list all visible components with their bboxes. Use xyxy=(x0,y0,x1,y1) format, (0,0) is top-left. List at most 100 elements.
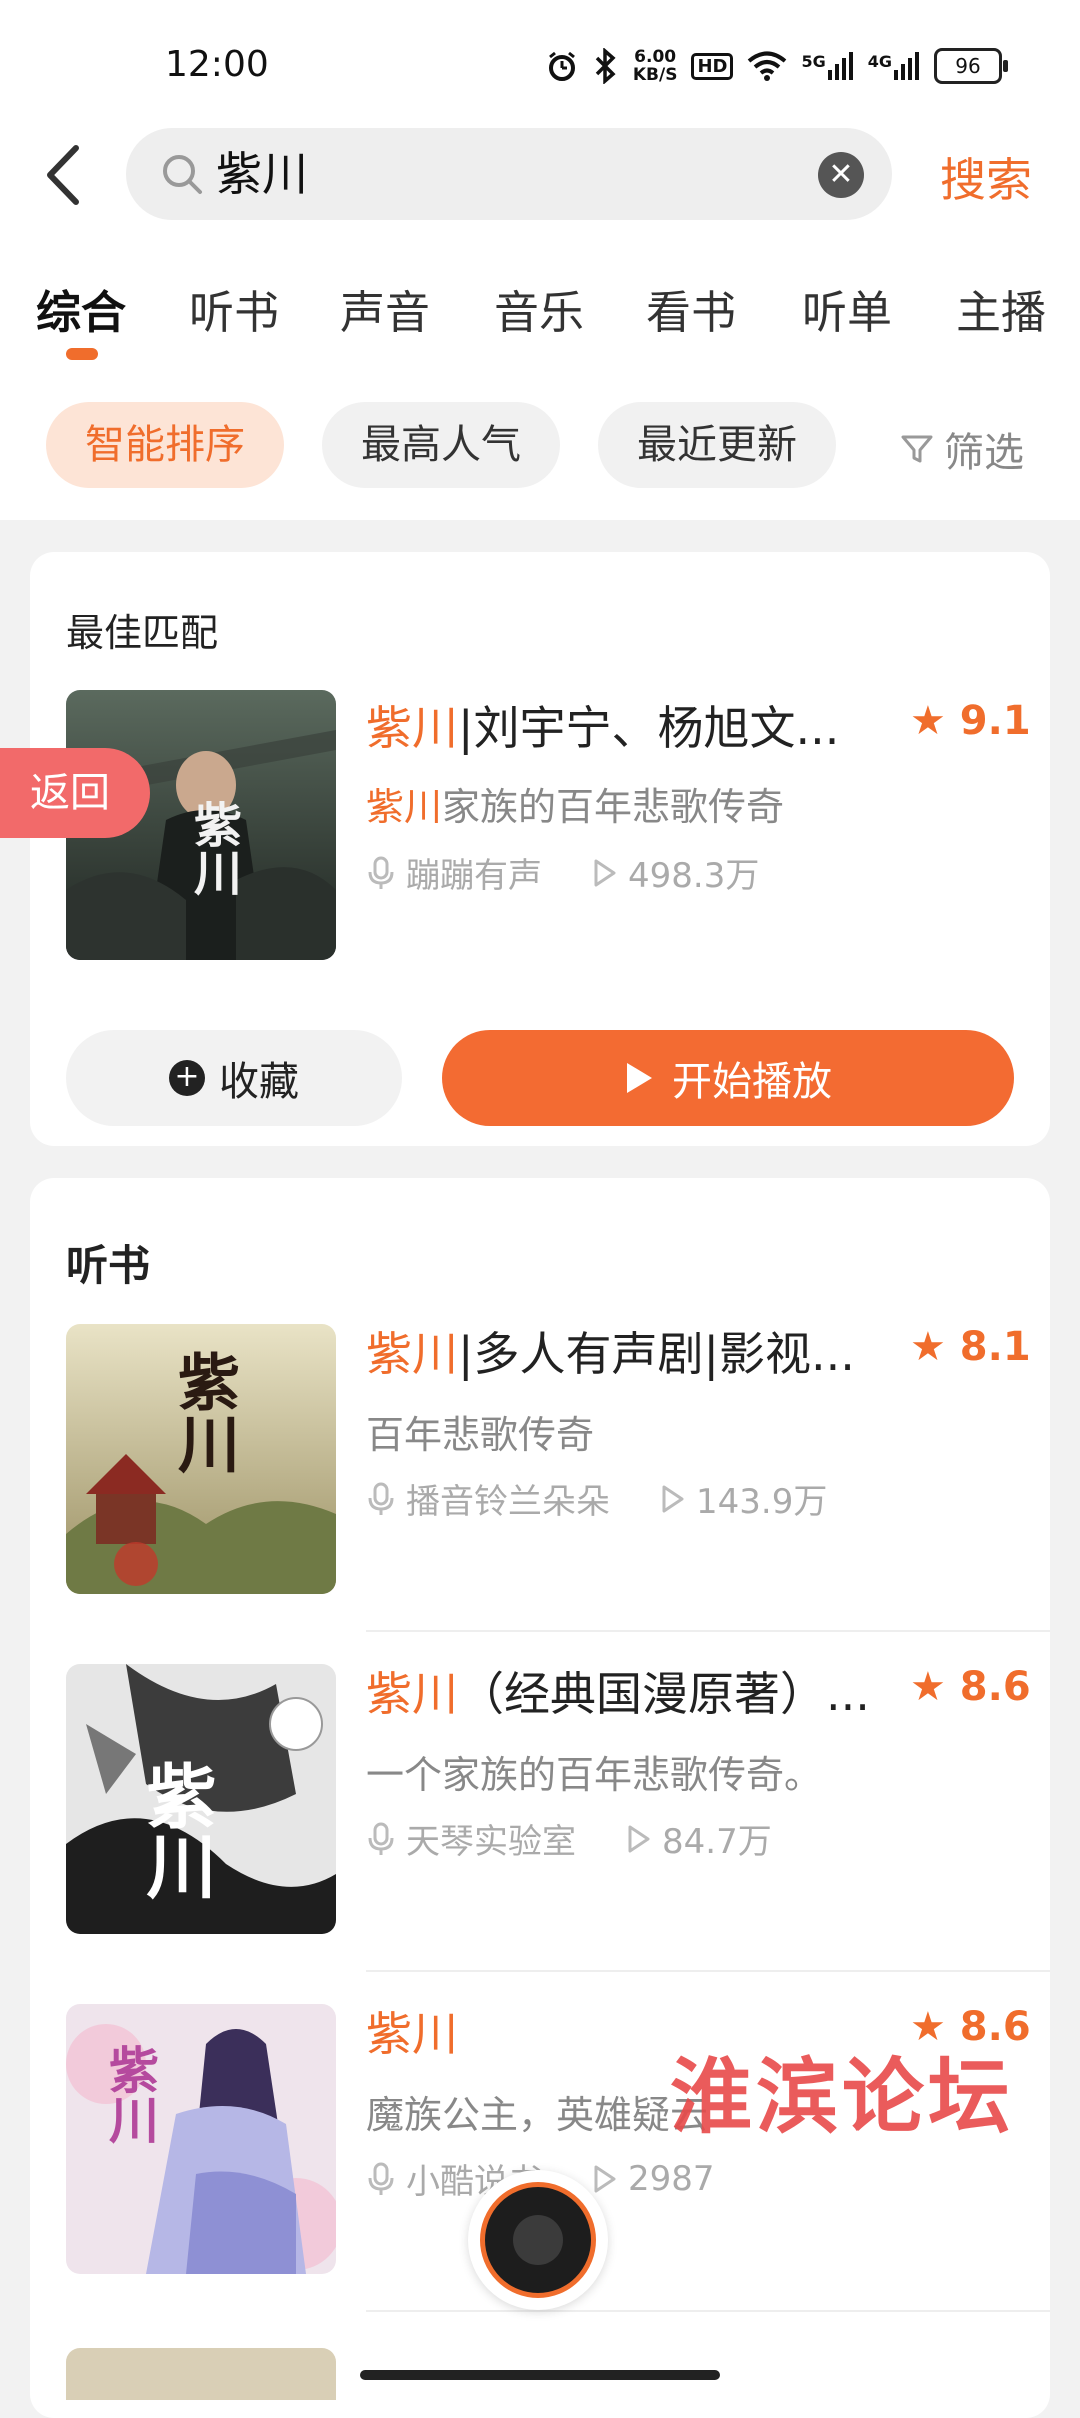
author: 播音铃兰朵朵 xyxy=(406,1482,610,1522)
best-match-title: 最佳匹配 xyxy=(66,611,219,655)
tab-sounds[interactable]: 声音 xyxy=(340,276,430,341)
play-count: 143.9万 xyxy=(696,1482,828,1522)
best-match-meta: 蹦蹦有声 498.3万 xyxy=(366,848,759,897)
item-meta: 播音铃兰朵朵 143.9万 xyxy=(366,1474,827,1523)
item-cover[interactable]: 紫川 xyxy=(66,2004,336,2274)
start-play-button[interactable]: 开始播放 xyxy=(442,1030,1014,1126)
item-desc: 魔族公主，英雄疑云 xyxy=(366,2093,709,2137)
tab-playlists[interactable]: 听单 xyxy=(802,276,892,341)
search-icon xyxy=(163,155,202,194)
home-indicator[interactable] xyxy=(360,2370,720,2380)
back-button[interactable] xyxy=(40,140,90,210)
audiobooks-title: 听书 xyxy=(66,1241,151,1290)
title-rest: |多人有声剧|影视... xyxy=(458,1327,855,1381)
item-desc: 一个家族的百年悲歌传奇。 xyxy=(366,1753,823,1797)
battery-icon: 96 xyxy=(934,48,1008,84)
item-cover[interactable]: 紫川 xyxy=(66,1324,336,1594)
play-count-icon xyxy=(594,2165,616,2192)
author: 蹦蹦有声 xyxy=(406,856,542,896)
search-button[interactable]: 搜索 xyxy=(940,144,1032,210)
signal-5g-label: 5G xyxy=(801,52,826,71)
cover-title-text: 紫川 xyxy=(101,2044,160,2144)
funnel-icon xyxy=(901,435,933,463)
play-count-icon xyxy=(628,1825,650,1852)
net-speed: 6.00 KB/S xyxy=(633,48,678,84)
collect-button[interactable]: + 收藏 xyxy=(66,1030,402,1126)
forum-watermark: 淮滨论坛 xyxy=(670,2049,1015,2145)
battery-level: 96 xyxy=(955,54,981,78)
sort-popular-chip[interactable]: 最高人气 xyxy=(322,402,560,488)
item-title[interactable]: 紫川（经典国漫原著）... xyxy=(366,1658,870,1724)
tab-hosts[interactable]: 主播 xyxy=(956,276,1046,341)
title-rest: |刘宇宁、杨旭文... xyxy=(458,701,840,755)
signal-5g: 5G xyxy=(801,52,853,80)
play-icon xyxy=(627,1063,652,1093)
item-title[interactable]: 紫川|多人有声剧|影视... xyxy=(366,1318,855,1384)
title-highlight: 紫川 xyxy=(366,2007,458,2061)
hd-badge: HD xyxy=(691,52,734,80)
bluetooth-icon xyxy=(595,48,616,84)
divider xyxy=(366,2310,1050,2312)
title-highlight: 紫川 xyxy=(366,701,458,755)
next-item-cover-peek xyxy=(66,2348,336,2400)
cover-title-text: 紫川 xyxy=(167,1350,240,1474)
wifi-icon xyxy=(748,51,787,81)
sort-recent-chip[interactable]: 最近更新 xyxy=(598,402,836,488)
net-speed-unit: KB/S xyxy=(632,65,678,85)
best-match-desc: 紫川家族的百年悲歌传奇 xyxy=(366,776,784,831)
net-speed-value: 6.00 xyxy=(634,47,677,67)
divider xyxy=(366,1970,1050,1972)
filter-label: 筛选 xyxy=(944,430,1024,476)
item-cover[interactable]: 紫川 xyxy=(66,1664,336,1934)
item-desc: 百年悲歌传奇 xyxy=(366,1413,595,1457)
divider xyxy=(366,1630,1050,1632)
rating: ★ 9.1 xyxy=(910,698,1031,744)
play-count: 84.7万 xyxy=(662,1822,772,1862)
mini-player-button[interactable] xyxy=(468,2170,608,2310)
tab-indicator xyxy=(66,348,98,360)
desc-highlight: 紫川 xyxy=(366,785,443,829)
signal-bars-icon xyxy=(827,52,853,80)
cover-title-text: 紫川 xyxy=(185,800,241,896)
author: 天琴实验室 xyxy=(406,1822,576,1862)
rating: ★ 8.1 xyxy=(910,1324,1031,1370)
desc-rest: 家族的百年悲歌传奇 xyxy=(442,785,785,829)
tab-books[interactable]: 看书 xyxy=(646,276,736,341)
category-tabs: 综合 听书 声音 音乐 看书 听单 主播 xyxy=(0,276,1080,356)
microphone-icon xyxy=(368,1482,394,1515)
rating-value: 9.1 xyxy=(959,698,1031,744)
best-match-card: 最佳匹配 紫川 紫川|刘宇宁、杨旭文... ★ 9.1 紫川家族的百年悲歌传奇 … xyxy=(30,552,1050,1146)
clear-icon[interactable]: ✕ xyxy=(818,152,864,198)
search-query: 紫川 xyxy=(216,147,308,201)
plus-icon: + xyxy=(169,1060,205,1096)
play-count-icon xyxy=(594,859,616,886)
tab-audiobooks[interactable]: 听书 xyxy=(189,276,279,341)
microphone-icon xyxy=(368,856,394,889)
return-floating-button[interactable]: 返回 xyxy=(0,748,150,838)
rating: ★ 8.6 xyxy=(910,1664,1031,1710)
title-highlight: 紫川 xyxy=(366,1327,458,1381)
star-icon: ★ xyxy=(910,1664,946,1710)
title-rest: （经典国漫原著）... xyxy=(458,1667,870,1721)
play-count: 498.3万 xyxy=(628,856,760,896)
item-title[interactable]: 紫川 xyxy=(366,1998,458,2064)
rating-value: 8.1 xyxy=(959,1324,1031,1370)
search-input[interactable]: 紫川 ✕ xyxy=(126,128,892,220)
album-disc-icon xyxy=(480,2182,596,2298)
rating-value: 8.6 xyxy=(959,1664,1031,1710)
title-highlight: 紫川 xyxy=(366,1667,458,1721)
tab-music[interactable]: 音乐 xyxy=(494,276,584,341)
collect-label: 收藏 xyxy=(219,1059,299,1105)
sort-smart-chip[interactable]: 智能排序 xyxy=(46,402,284,488)
tab-all[interactable]: 综合 xyxy=(36,276,126,341)
alarm-icon xyxy=(548,51,575,81)
start-play-label: 开始播放 xyxy=(672,1059,832,1105)
status-bar: 12:00 6.00 KB/S HD 5G 4G 96 xyxy=(0,0,1080,120)
best-match-item-title[interactable]: 紫川|刘宇宁、杨旭文... xyxy=(366,692,839,758)
signal-4g: 4G xyxy=(868,52,920,80)
microphone-icon xyxy=(368,1822,394,1855)
star-icon: ★ xyxy=(910,698,946,744)
signal-bars-icon xyxy=(894,52,919,80)
filter-button[interactable]: 筛选 xyxy=(900,420,1024,478)
chevron-left-icon xyxy=(47,145,79,205)
